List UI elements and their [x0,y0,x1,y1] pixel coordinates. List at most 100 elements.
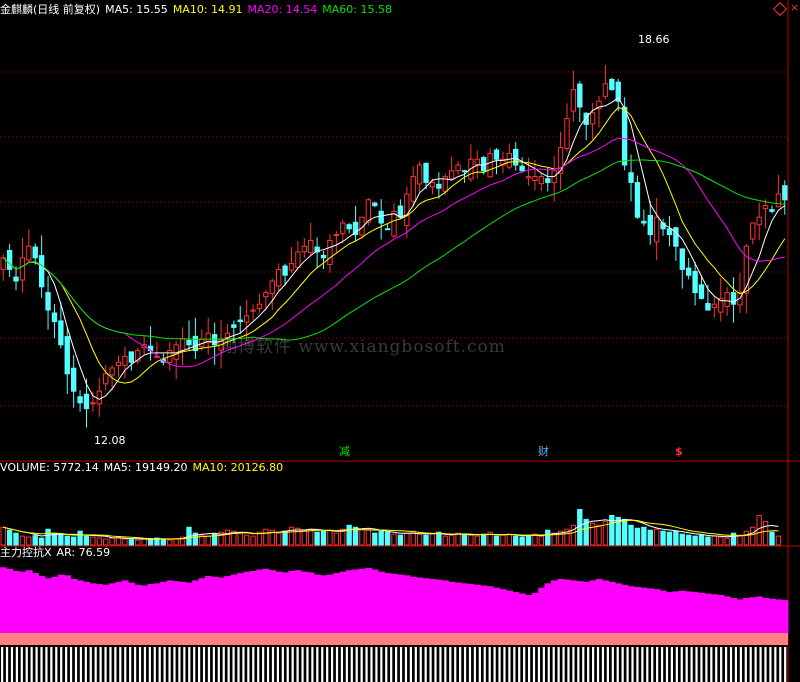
volume-bar [243,534,250,546]
candle [13,276,19,282]
signal-bar [429,647,432,682]
signal-bar [518,647,521,682]
volume-bar [122,538,128,546]
candle [404,193,410,227]
ar-bar [525,595,533,633]
signal-bar [395,647,398,682]
finance-marker[interactable]: 财 [538,445,549,459]
candle [698,284,705,299]
candle [782,185,788,201]
ar-bar [192,580,200,633]
signal-bar [754,647,757,682]
signal-bar [25,647,28,682]
signal-bar [631,647,634,682]
signal-bar [326,647,329,682]
signal-bar [276,647,280,682]
signal-bar [148,647,151,682]
volume-bar [666,531,673,546]
signal-bar [399,647,403,682]
ar-bar [19,571,27,633]
candle [769,209,775,212]
signal-bar [390,647,393,682]
signal-bar [99,647,102,682]
signal-bar [60,647,63,682]
ar-bar [185,582,193,633]
signal-bar [404,647,408,682]
close-icon[interactable]: × [790,1,799,15]
candle [397,205,404,218]
signal-bar [488,647,491,682]
signal-bar [262,647,265,682]
signal-bar [316,647,319,682]
signal-bar [715,647,718,682]
ar-bar [256,569,264,633]
volume-bar [416,533,423,546]
volume-bar [545,529,551,546]
signal-bar [345,647,348,682]
volume-bar [634,527,641,546]
volume-bar [519,536,525,546]
signal-bar [227,647,230,682]
candle [609,78,615,91]
volume-bar [77,530,83,546]
candle [333,234,340,237]
candle [186,339,192,346]
ar-bar [352,569,360,633]
candle [641,220,647,224]
candle [192,335,199,352]
signal-bar [360,647,363,682]
ar-bar [518,593,526,633]
signal-bar [35,647,38,682]
signal-bar [198,647,201,682]
signal-bar [557,647,560,682]
signal-bar [385,647,388,682]
candle [487,152,493,178]
volume-bar [750,526,756,546]
ar-bar [96,584,104,633]
ar-bar [230,574,238,633]
ar-bar [339,571,347,633]
signal-bar [207,647,211,682]
candle [276,268,282,287]
ma5-label: MA5: 15.55 [105,3,168,16]
reduce-marker[interactable]: 减 [339,445,350,459]
candle [711,303,718,309]
volume-bar [397,534,404,546]
signal-bar [335,647,339,682]
candle [19,257,26,281]
ar-bar [461,583,469,633]
ar-bar [448,581,456,633]
indicator-title: 主力控抗X [0,546,52,559]
ar-bar [76,580,84,633]
signal-bar [193,647,196,682]
signal-bar [266,647,270,682]
volume-bar [737,534,743,546]
signal-bar [513,647,516,682]
candle [423,162,429,183]
dividend-marker[interactable]: $ [675,445,683,459]
candle [538,176,545,185]
candle [493,149,500,160]
signal-bar [503,647,506,682]
candle [686,267,692,276]
volume-bar [743,530,750,546]
signal-bar [340,647,344,682]
candle [128,351,135,363]
ar-bar [243,571,251,633]
signal-bar [562,647,565,682]
candle [589,112,596,125]
candle [724,292,730,308]
candle [90,402,96,405]
signal-bar [523,647,526,682]
ar-bar [397,574,405,633]
signal-bar [700,647,703,682]
ar-bar [211,576,219,633]
signal-bar [759,647,762,682]
candle [346,224,352,230]
ar-bar [102,584,110,633]
signal-bar [596,647,600,682]
signal-bar [296,647,299,682]
signal-bar [685,647,688,682]
signal-bar [183,647,186,682]
ar-bar [358,568,366,633]
